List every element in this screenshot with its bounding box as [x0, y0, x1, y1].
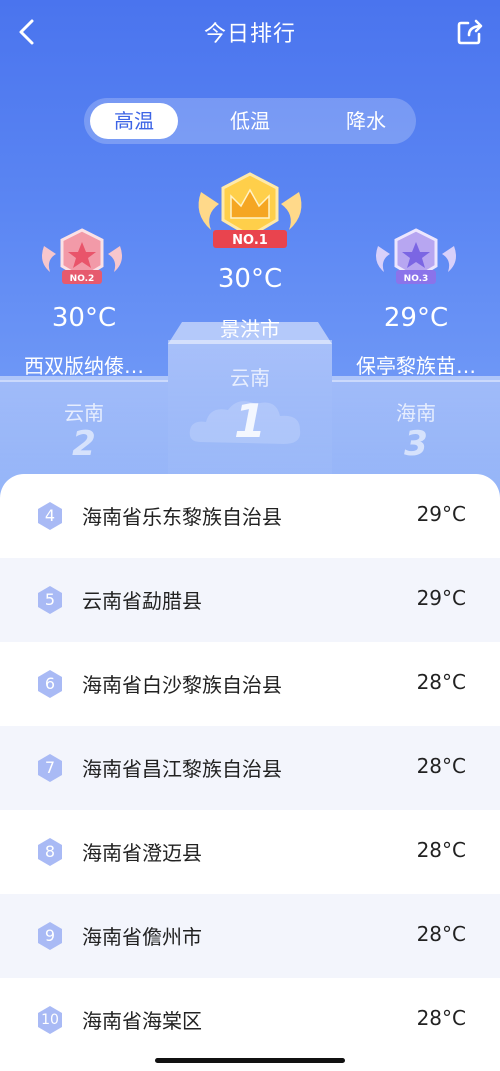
temperature-value: 28°C [416, 838, 466, 862]
third-city: 保亭黎族苗… [356, 354, 476, 378]
list-item[interactable]: 8 海南省澄迈县 28°C [0, 810, 500, 894]
rank-number: 4 [44, 506, 56, 525]
temperature-value: 28°C [416, 754, 466, 778]
location-name: 云南省勐腊县 [82, 589, 202, 613]
third-temp: 29°C [383, 303, 449, 333]
third-badge-label: NO.3 [404, 274, 429, 284]
list-item[interactable]: 6 海南省白沙黎族自治县 28°C [0, 642, 500, 726]
third-rank-number: 3 [404, 424, 428, 464]
rank-number: 8 [44, 842, 56, 861]
hero-header: 今日排行 高温 低温 降水 NO.2 30°C 西双版纳傣… 云南 2 NO.1… [0, 0, 500, 520]
temperature-value: 28°C [416, 670, 466, 694]
second-city: 西双版纳傣… [24, 354, 144, 378]
third-province: 海南 [396, 401, 436, 425]
first-rank-number: 1 [233, 394, 266, 448]
list-item[interactable]: 4 海南省乐东黎族自治县 29°C [0, 474, 500, 558]
rank-number: 5 [44, 590, 56, 609]
location-name: 海南省白沙黎族自治县 [82, 673, 282, 697]
list-item[interactable]: 10 海南省海棠区 28°C [0, 978, 500, 1062]
bronze-medal-badge-icon: NO.3 [376, 228, 456, 284]
rank-number: 10 [41, 1012, 59, 1028]
gold-crown-badge-icon: NO.1 [198, 172, 302, 248]
temperature-value: 28°C [416, 922, 466, 946]
podium: NO.2 30°C 西双版纳傣… 云南 2 NO.1 30°C 景洪市 云南 1… [0, 0, 500, 520]
first-city: 景洪市 [220, 317, 280, 341]
first-badge-label: NO.1 [232, 233, 268, 248]
location-name: 海南省乐东黎族自治县 [82, 505, 282, 529]
rank-number: 6 [44, 674, 56, 693]
location-name: 海南省海棠区 [82, 1009, 202, 1033]
second-rank-number: 2 [72, 424, 96, 464]
location-name: 海南省澄迈县 [82, 841, 202, 865]
second-province: 云南 [64, 401, 104, 425]
first-province: 云南 [230, 366, 270, 390]
rank-number: 9 [44, 926, 56, 945]
home-indicator[interactable] [155, 1058, 345, 1063]
list-item[interactable]: 9 海南省儋州市 28°C [0, 894, 500, 978]
temperature-value: 29°C [416, 502, 466, 526]
location-name: 海南省昌江黎族自治县 [82, 757, 282, 781]
first-temp: 30°C [217, 264, 283, 294]
temperature-value: 29°C [416, 586, 466, 610]
temperature-value: 28°C [416, 1006, 466, 1030]
second-temp: 30°C [51, 303, 117, 333]
list-item[interactable]: 5 云南省勐腊县 29°C [0, 558, 500, 642]
location-name: 海南省儋州市 [82, 925, 202, 949]
rank-number: 7 [44, 758, 56, 777]
list-item[interactable]: 7 海南省昌江黎族自治县 28°C [0, 726, 500, 810]
silver-medal-badge-icon: NO.2 [42, 228, 122, 284]
second-badge-label: NO.2 [70, 274, 95, 284]
ranking-list: 4 海南省乐东黎族自治县 29°C 5 云南省勐腊县 29°C 6 海南省白沙黎… [0, 474, 500, 1071]
